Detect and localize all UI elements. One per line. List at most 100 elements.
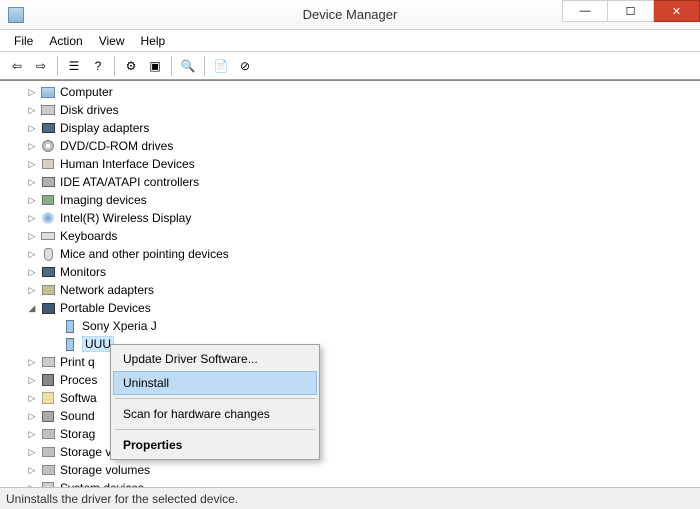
scan-icon: 🔍: [181, 59, 196, 73]
minimize-button[interactable]: —: [562, 0, 608, 22]
device-category-icon: [40, 246, 56, 262]
toolbar-divider: [114, 56, 115, 76]
tree-device[interactable]: Sony Xperia J: [0, 317, 700, 335]
tree-category[interactable]: ▷ Display adapters: [0, 119, 700, 137]
update-icon: ⚙: [126, 59, 137, 73]
tree-category-label: Monitors: [60, 265, 106, 279]
uninstall-button[interactable]: ▣: [144, 55, 166, 77]
expand-icon[interactable]: ▷: [26, 86, 38, 98]
titlebar: Device Manager — ☐ ✕: [0, 0, 700, 30]
tree-category-label: DVD/CD-ROM drives: [60, 139, 173, 153]
tree-category-label: Storag: [60, 427, 95, 441]
device-category-icon: [40, 174, 56, 190]
tree-category[interactable]: ▷Intel(R) Wireless Display: [0, 209, 700, 227]
tree-category-label: Disk drives: [60, 103, 119, 117]
device-category-icon: [40, 210, 56, 226]
toolbar-divider: [204, 56, 205, 76]
ctx-scan-hardware[interactable]: Scan for hardware changes: [113, 402, 317, 426]
maximize-button[interactable]: ☐: [608, 0, 654, 22]
tree-category[interactable]: ▷ Monitors: [0, 263, 700, 281]
close-button[interactable]: ✕: [654, 0, 700, 22]
expand-icon[interactable]: ▷: [26, 284, 38, 296]
device-category-icon: [40, 228, 56, 244]
expand-icon[interactable]: ▷: [26, 158, 38, 170]
menu-view[interactable]: View: [91, 31, 133, 51]
tree-category[interactable]: ▷ DVD/CD-ROM drives: [0, 137, 700, 155]
menu-file[interactable]: File: [6, 31, 41, 51]
tree-category[interactable]: ▷ Mice and other pointing devices: [0, 245, 700, 263]
back-arrow-icon: ⇦: [12, 59, 22, 73]
tree-device[interactable]: UUU: [0, 335, 700, 353]
back-button[interactable]: ⇦: [6, 55, 28, 77]
properties-button[interactable]: 📄: [210, 55, 232, 77]
expand-icon[interactable]: ▷: [26, 122, 38, 134]
tree-category-label: Keyboards: [60, 229, 117, 243]
expand-icon[interactable]: ▷: [26, 140, 38, 152]
expand-icon[interactable]: ▷: [26, 356, 38, 368]
statusbar: Uninstalls the driver for the selected d…: [0, 487, 700, 509]
expand-icon[interactable]: ▷: [26, 410, 38, 422]
app-icon: [8, 7, 24, 23]
forward-button[interactable]: ⇨: [30, 55, 52, 77]
expand-icon[interactable]: ▷: [26, 266, 38, 278]
expand-icon[interactable]: ▷: [26, 176, 38, 188]
expand-icon[interactable]: ▷: [26, 230, 38, 242]
tree-category[interactable]: ▷Proces: [0, 371, 700, 389]
menu-action[interactable]: Action: [41, 31, 90, 51]
ctx-properties[interactable]: Properties: [113, 433, 317, 457]
expand-icon[interactable]: ▷: [26, 374, 38, 386]
ctx-divider: [115, 429, 315, 430]
disable-button[interactable]: ⊘: [234, 55, 256, 77]
ctx-update-driver[interactable]: Update Driver Software...: [113, 347, 317, 371]
tree-category-label: Portable Devices: [60, 301, 151, 315]
device-category-icon: [40, 156, 56, 172]
tree-category[interactable]: ▷ Human Interface Devices: [0, 155, 700, 173]
tree-category[interactable]: ▷Computer: [0, 83, 700, 101]
tree-category[interactable]: ▷Sound: [0, 407, 700, 425]
tree-category[interactable]: ▷ Print q: [0, 353, 700, 371]
menubar: File Action View Help: [0, 30, 700, 52]
tree-category[interactable]: ▷Network adapters: [0, 281, 700, 299]
expand-icon[interactable]: ▷: [26, 194, 38, 206]
device-category-icon: [40, 390, 56, 406]
tree-category-label: Display adapters: [60, 121, 149, 135]
tree-category-label: Storage volumes: [60, 463, 150, 477]
toolbar: ⇦ ⇨ ☰ ? ⚙ ▣ 🔍 📄 ⊘: [0, 52, 700, 80]
tree-category[interactable]: ▷Storage volume shadow copies: [0, 443, 700, 461]
expand-icon[interactable]: ▷: [26, 392, 38, 404]
device-category-icon: [40, 426, 56, 442]
update-driver-button[interactable]: ⚙: [120, 55, 142, 77]
tree-category[interactable]: ▷ Storag: [0, 425, 700, 443]
device-icon: [62, 318, 78, 334]
device-tree: ▷Computer▷Disk drives▷Display adapters▷D…: [0, 81, 700, 487]
tree-category-label: Human Interface Devices: [60, 157, 195, 171]
help-button[interactable]: ?: [87, 55, 109, 77]
expand-icon[interactable]: ▷: [26, 212, 38, 224]
ctx-divider: [115, 398, 315, 399]
show-hidden-button[interactable]: ☰: [63, 55, 85, 77]
device-category-icon: [40, 480, 56, 487]
device-category-icon: [40, 84, 56, 100]
expand-icon[interactable]: ▷: [26, 104, 38, 116]
tree-category[interactable]: ◢ Portable Devices: [0, 299, 700, 317]
tree-category[interactable]: ▷ Keyboards: [0, 227, 700, 245]
tree-category[interactable]: ▷ Disk drives: [0, 101, 700, 119]
tree-category[interactable]: ▷IDE ATA/ATAPI controllers: [0, 173, 700, 191]
tree-category[interactable]: ▷Softwa: [0, 389, 700, 407]
tree-category-label: Mice and other pointing devices: [60, 247, 229, 261]
tree-category[interactable]: ▷Imaging devices: [0, 191, 700, 209]
collapse-icon[interactable]: ◢: [26, 302, 38, 314]
device-category-icon: [40, 300, 56, 316]
expand-icon[interactable]: ▷: [26, 248, 38, 260]
tree-category[interactable]: ▷ Storage volumes: [0, 461, 700, 479]
ctx-uninstall[interactable]: Uninstall: [113, 371, 317, 395]
expand-icon[interactable]: ▷: [26, 446, 38, 458]
expand-icon[interactable]: ▷: [26, 428, 38, 440]
tree-category-label: Print q: [60, 355, 95, 369]
menu-help[interactable]: Help: [133, 31, 174, 51]
scan-hardware-button[interactable]: 🔍: [177, 55, 199, 77]
expand-icon[interactable]: ▷: [26, 464, 38, 476]
properties-icon: 📄: [214, 59, 229, 73]
tree-category[interactable]: ▷System devices: [0, 479, 700, 487]
device-tree-area[interactable]: ▷Computer▷Disk drives▷Display adapters▷D…: [0, 80, 700, 487]
